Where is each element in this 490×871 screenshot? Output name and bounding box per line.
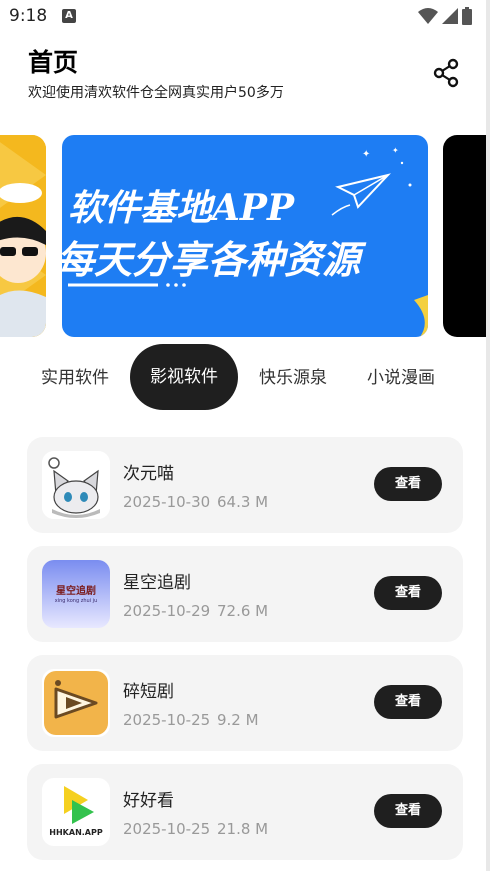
app-date: 2025-10-25 (123, 711, 211, 729)
app-name: 次元喵 (123, 464, 174, 484)
notification-icon: A (62, 9, 76, 23)
banner-current[interactable]: ✦ ✦ 软件基地APP 每天分享各种资源 (62, 135, 428, 337)
view-button[interactable]: 查看 (374, 685, 442, 719)
banner-prev[interactable] (0, 135, 46, 337)
status-icons (418, 7, 472, 25)
app-size: 21.8 M (217, 820, 269, 838)
app-size: 9.2 M (217, 711, 259, 729)
view-button[interactable]: 查看 (374, 467, 442, 501)
svg-text:✦: ✦ (362, 149, 370, 160)
app-name: 碎短剧 (123, 682, 174, 702)
banner-next[interactable] (443, 135, 490, 337)
cartoon-character-image (0, 135, 46, 337)
banner-carousel[interactable]: ✦ ✦ 软件基地APP 每天分享各种资源 (0, 134, 490, 338)
anime-cat-icon (42, 451, 110, 519)
app-size: 64.3 M (217, 493, 269, 511)
status-time: 9:18 (9, 6, 48, 26)
hhkan-logo-icon: HHKAN.APP (42, 778, 110, 846)
status-bar: 9:18 A (0, 0, 490, 32)
app-name: 星空追剧 (123, 573, 191, 593)
svg-text:✦: ✦ (392, 146, 399, 155)
tab-novels-comics[interactable]: 小说漫画 (352, 358, 450, 398)
battery-icon (462, 7, 472, 25)
list-item[interactable]: HHKAN.APP 好好看 2025-10-25 21.8 M 查看 (27, 764, 463, 860)
page-header: 首页 欢迎使用清欢软件仓全网真实用户50多万 (28, 46, 284, 102)
view-button[interactable]: 查看 (374, 794, 442, 828)
page-title: 首页 (28, 48, 79, 77)
app-date: 2025-10-29 (123, 602, 211, 620)
app-size: 72.6 M (217, 602, 269, 620)
tab-fun[interactable]: 快乐源泉 (244, 358, 342, 398)
list-item[interactable]: 次元喵 2025-10-30 64.3 M 查看 (27, 437, 463, 533)
list-item[interactable]: 碎短剧 2025-10-25 9.2 M 查看 (27, 655, 463, 751)
view-button[interactable]: 查看 (374, 576, 442, 610)
banner-tagline: 每天分享各种资源 (62, 237, 361, 282)
tab-video-software[interactable]: 影视软件 (130, 344, 238, 410)
scrollbar-edge (486, 0, 490, 871)
app-date: 2025-10-30 (123, 493, 211, 511)
category-tabs: 实用软件 影视软件 快乐源泉 小说漫画 (0, 344, 490, 410)
star-drama-icon: 星空追剧 xing kong zhui ju (42, 560, 110, 628)
page-subtitle: 欢迎使用清欢软件仓全网真实用户50多万 (28, 85, 284, 101)
banner-headline: 软件基地APP (68, 187, 295, 229)
list-item[interactable]: 星空追剧 xing kong zhui ju 星空追剧 2025-10-29 7… (27, 546, 463, 642)
app-name: 好好看 (123, 791, 174, 811)
wifi-icon (418, 8, 438, 24)
share-icon (433, 58, 459, 88)
share-button[interactable] (428, 55, 464, 91)
tab-practical-software[interactable]: 实用软件 (26, 358, 124, 398)
app-date: 2025-10-25 (123, 820, 211, 838)
signal-icon (442, 8, 458, 24)
play-clapper-icon (42, 669, 110, 737)
